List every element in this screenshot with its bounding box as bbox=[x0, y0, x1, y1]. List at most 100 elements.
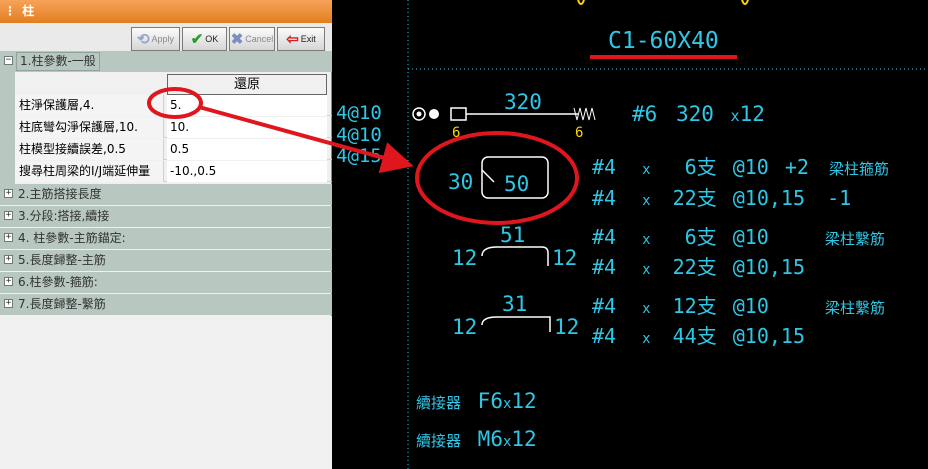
mult-sign: x bbox=[642, 162, 651, 178]
drag-grip-icon[interactable]: ⋮ bbox=[4, 4, 16, 18]
tie2-shape bbox=[497, 316, 551, 332]
grid-indent-strip bbox=[0, 72, 15, 184]
mult-sign: x bbox=[642, 262, 651, 278]
section-dot-icon bbox=[416, 111, 422, 117]
property-value-input[interactable]: 10. bbox=[167, 117, 327, 138]
coupler-spec: F6 bbox=[477, 389, 503, 413]
property-name: 柱模型接續誤差,0.5 bbox=[15, 139, 164, 160]
tie2-line: #4 x 44支 @10,15 bbox=[592, 320, 805, 349]
cad-drawing-area[interactable]: C1-60X40 4@10 4@10 4@15 320 6 6 #6 320 x… bbox=[332, 0, 928, 469]
coupler-line: 續接器 F6x12 bbox=[416, 389, 537, 413]
dim-mark bbox=[741, 0, 749, 5]
cancel-label: Cancel bbox=[245, 34, 274, 44]
apply-button[interactable]: ⟲ Apply bbox=[131, 27, 180, 51]
property-name: 搜尋柱周梁的I/J端延伸量 bbox=[15, 161, 164, 182]
tie2-hook-left: 12 bbox=[452, 315, 478, 339]
panel-title: 柱 bbox=[22, 4, 35, 18]
property-row: 搜尋柱周梁的I/J端延伸量 -10.,0.5 bbox=[15, 161, 332, 182]
bar-spacing: @10 bbox=[732, 155, 769, 179]
property-row: 柱淨保護層,4. 5. bbox=[15, 95, 332, 116]
tie2-line: #4 x 12支 @10 梁柱繫筋 bbox=[592, 290, 885, 319]
bar-extra: -1 bbox=[827, 186, 852, 210]
collapse-icon[interactable]: − bbox=[4, 56, 13, 65]
tie1-line: #4 x 6支 @10 梁柱繫筋 bbox=[592, 221, 885, 250]
category-label: 3.分段:搭接,續接 bbox=[18, 209, 110, 223]
expand-icon[interactable]: + bbox=[4, 255, 13, 264]
mult-sign: x bbox=[642, 301, 651, 317]
column-title: C1-60X40 bbox=[608, 28, 719, 54]
bar-note: 梁柱繫筋 bbox=[824, 230, 885, 248]
bar-size: #4 bbox=[592, 186, 617, 210]
category-general[interactable]: − 1.柱參數-一般 bbox=[0, 51, 332, 72]
stirrup-side-b: 50 bbox=[504, 172, 530, 196]
checkmark-icon: ✔ bbox=[190, 31, 204, 48]
dim-mark bbox=[577, 0, 585, 5]
stirrup-side-a: 30 bbox=[448, 170, 474, 194]
category-label: 7.長度歸整-繫筋 bbox=[18, 297, 106, 311]
category-label: 1.柱參數-一般 bbox=[16, 52, 100, 71]
hook-right-dim: 6 bbox=[575, 125, 584, 141]
restore-button[interactable]: 還原 bbox=[167, 74, 327, 95]
expand-icon[interactable]: + bbox=[4, 189, 13, 198]
exit-button[interactable]: ⇦ Exit bbox=[277, 27, 325, 51]
apply-label: Apply bbox=[151, 34, 175, 44]
cancel-button[interactable]: ✖ Cancel bbox=[229, 27, 275, 51]
ok-label: OK bbox=[205, 34, 219, 44]
coupler-line: 續接器 M6x12 bbox=[416, 427, 537, 451]
category-stirrup[interactable]: + 6.柱參數-箍筋: bbox=[0, 272, 332, 293]
spacing-label: 4@10 bbox=[336, 102, 382, 124]
bar-count: 6支 bbox=[684, 225, 717, 249]
bar-dot-icon bbox=[429, 109, 439, 119]
category-label: 4. 柱參數-主筋錨定: bbox=[18, 231, 126, 245]
tie1-length: 51 bbox=[500, 223, 526, 247]
hook-left-dim: 6 bbox=[452, 125, 461, 141]
tie1-shape bbox=[497, 246, 549, 266]
tie2-length: 31 bbox=[502, 292, 528, 316]
bar-size: #6 bbox=[632, 102, 658, 126]
property-value-input[interactable]: 0.5 bbox=[167, 139, 327, 160]
x-icon: ✖ bbox=[230, 31, 244, 48]
category-length-tie[interactable]: + 7.長度歸整-繫筋 bbox=[0, 294, 332, 315]
mult-sign: x bbox=[642, 232, 651, 248]
tie1-hook bbox=[481, 246, 498, 257]
bar-length: 320 bbox=[675, 102, 714, 126]
property-value-input[interactable]: 5. bbox=[167, 95, 327, 116]
bar-size: #4 bbox=[592, 294, 617, 318]
bar-count: 12 bbox=[739, 102, 765, 126]
category-main-bar-lap[interactable]: + 2.主筋搭接長度 bbox=[0, 184, 332, 205]
coupler-spec: M6 bbox=[477, 427, 503, 451]
category-label: 6.柱參數-箍筋: bbox=[18, 275, 98, 289]
property-value-input[interactable]: -10.,0.5 bbox=[167, 161, 327, 182]
ok-button[interactable]: ✔ OK bbox=[182, 27, 227, 51]
expand-icon[interactable]: + bbox=[4, 211, 13, 220]
exit-door-icon: ⇦ bbox=[286, 31, 299, 48]
bar-note: 梁柱繫筋 bbox=[824, 299, 885, 317]
main-bar-spec: #6 320 x12 bbox=[632, 102, 765, 126]
tie2-hook-right: 12 bbox=[554, 315, 580, 339]
category-segment[interactable]: + 3.分段:搭接,續接 bbox=[0, 206, 332, 227]
stirrup-line: #4 x 22支 @10,15 -1 bbox=[592, 182, 851, 211]
bar-size: #4 bbox=[592, 255, 617, 279]
bar-note: 梁柱箍筋 bbox=[829, 160, 890, 178]
category-main-bar-anchor[interactable]: + 4. 柱參數-主筋錨定: bbox=[0, 228, 332, 249]
mult-sign: x bbox=[642, 331, 651, 347]
expand-icon[interactable]: + bbox=[4, 277, 13, 286]
property-name: 柱底彎勾淨保護層,10. bbox=[15, 117, 164, 138]
exit-label: Exit bbox=[300, 34, 316, 44]
spacing-label: 4@10 bbox=[336, 124, 382, 146]
bar-extra: +2 bbox=[784, 155, 809, 179]
tie1-hook-left: 12 bbox=[452, 246, 478, 270]
tie2-hook bbox=[481, 316, 498, 326]
coupler-label: 續接器 bbox=[416, 394, 462, 412]
bar-spacing: @10 bbox=[732, 294, 769, 318]
property-name: 柱淨保護層,4. bbox=[15, 95, 164, 116]
bar-spacing: @10,15 bbox=[732, 186, 806, 210]
tie1-line: #4 x 22支 @10,15 bbox=[592, 251, 805, 280]
category-length-main[interactable]: + 5.長度歸整-主筋 bbox=[0, 250, 332, 271]
spacing-label: 4@15 bbox=[336, 145, 382, 167]
expand-icon[interactable]: + bbox=[4, 233, 13, 242]
expand-icon[interactable]: + bbox=[4, 299, 13, 308]
apply-icon: ⟲ bbox=[136, 31, 150, 48]
stirrup-line: #4 x 6支 @10 +2 梁柱箍筋 bbox=[592, 151, 889, 180]
tie1-hook-right: 12 bbox=[552, 246, 578, 270]
